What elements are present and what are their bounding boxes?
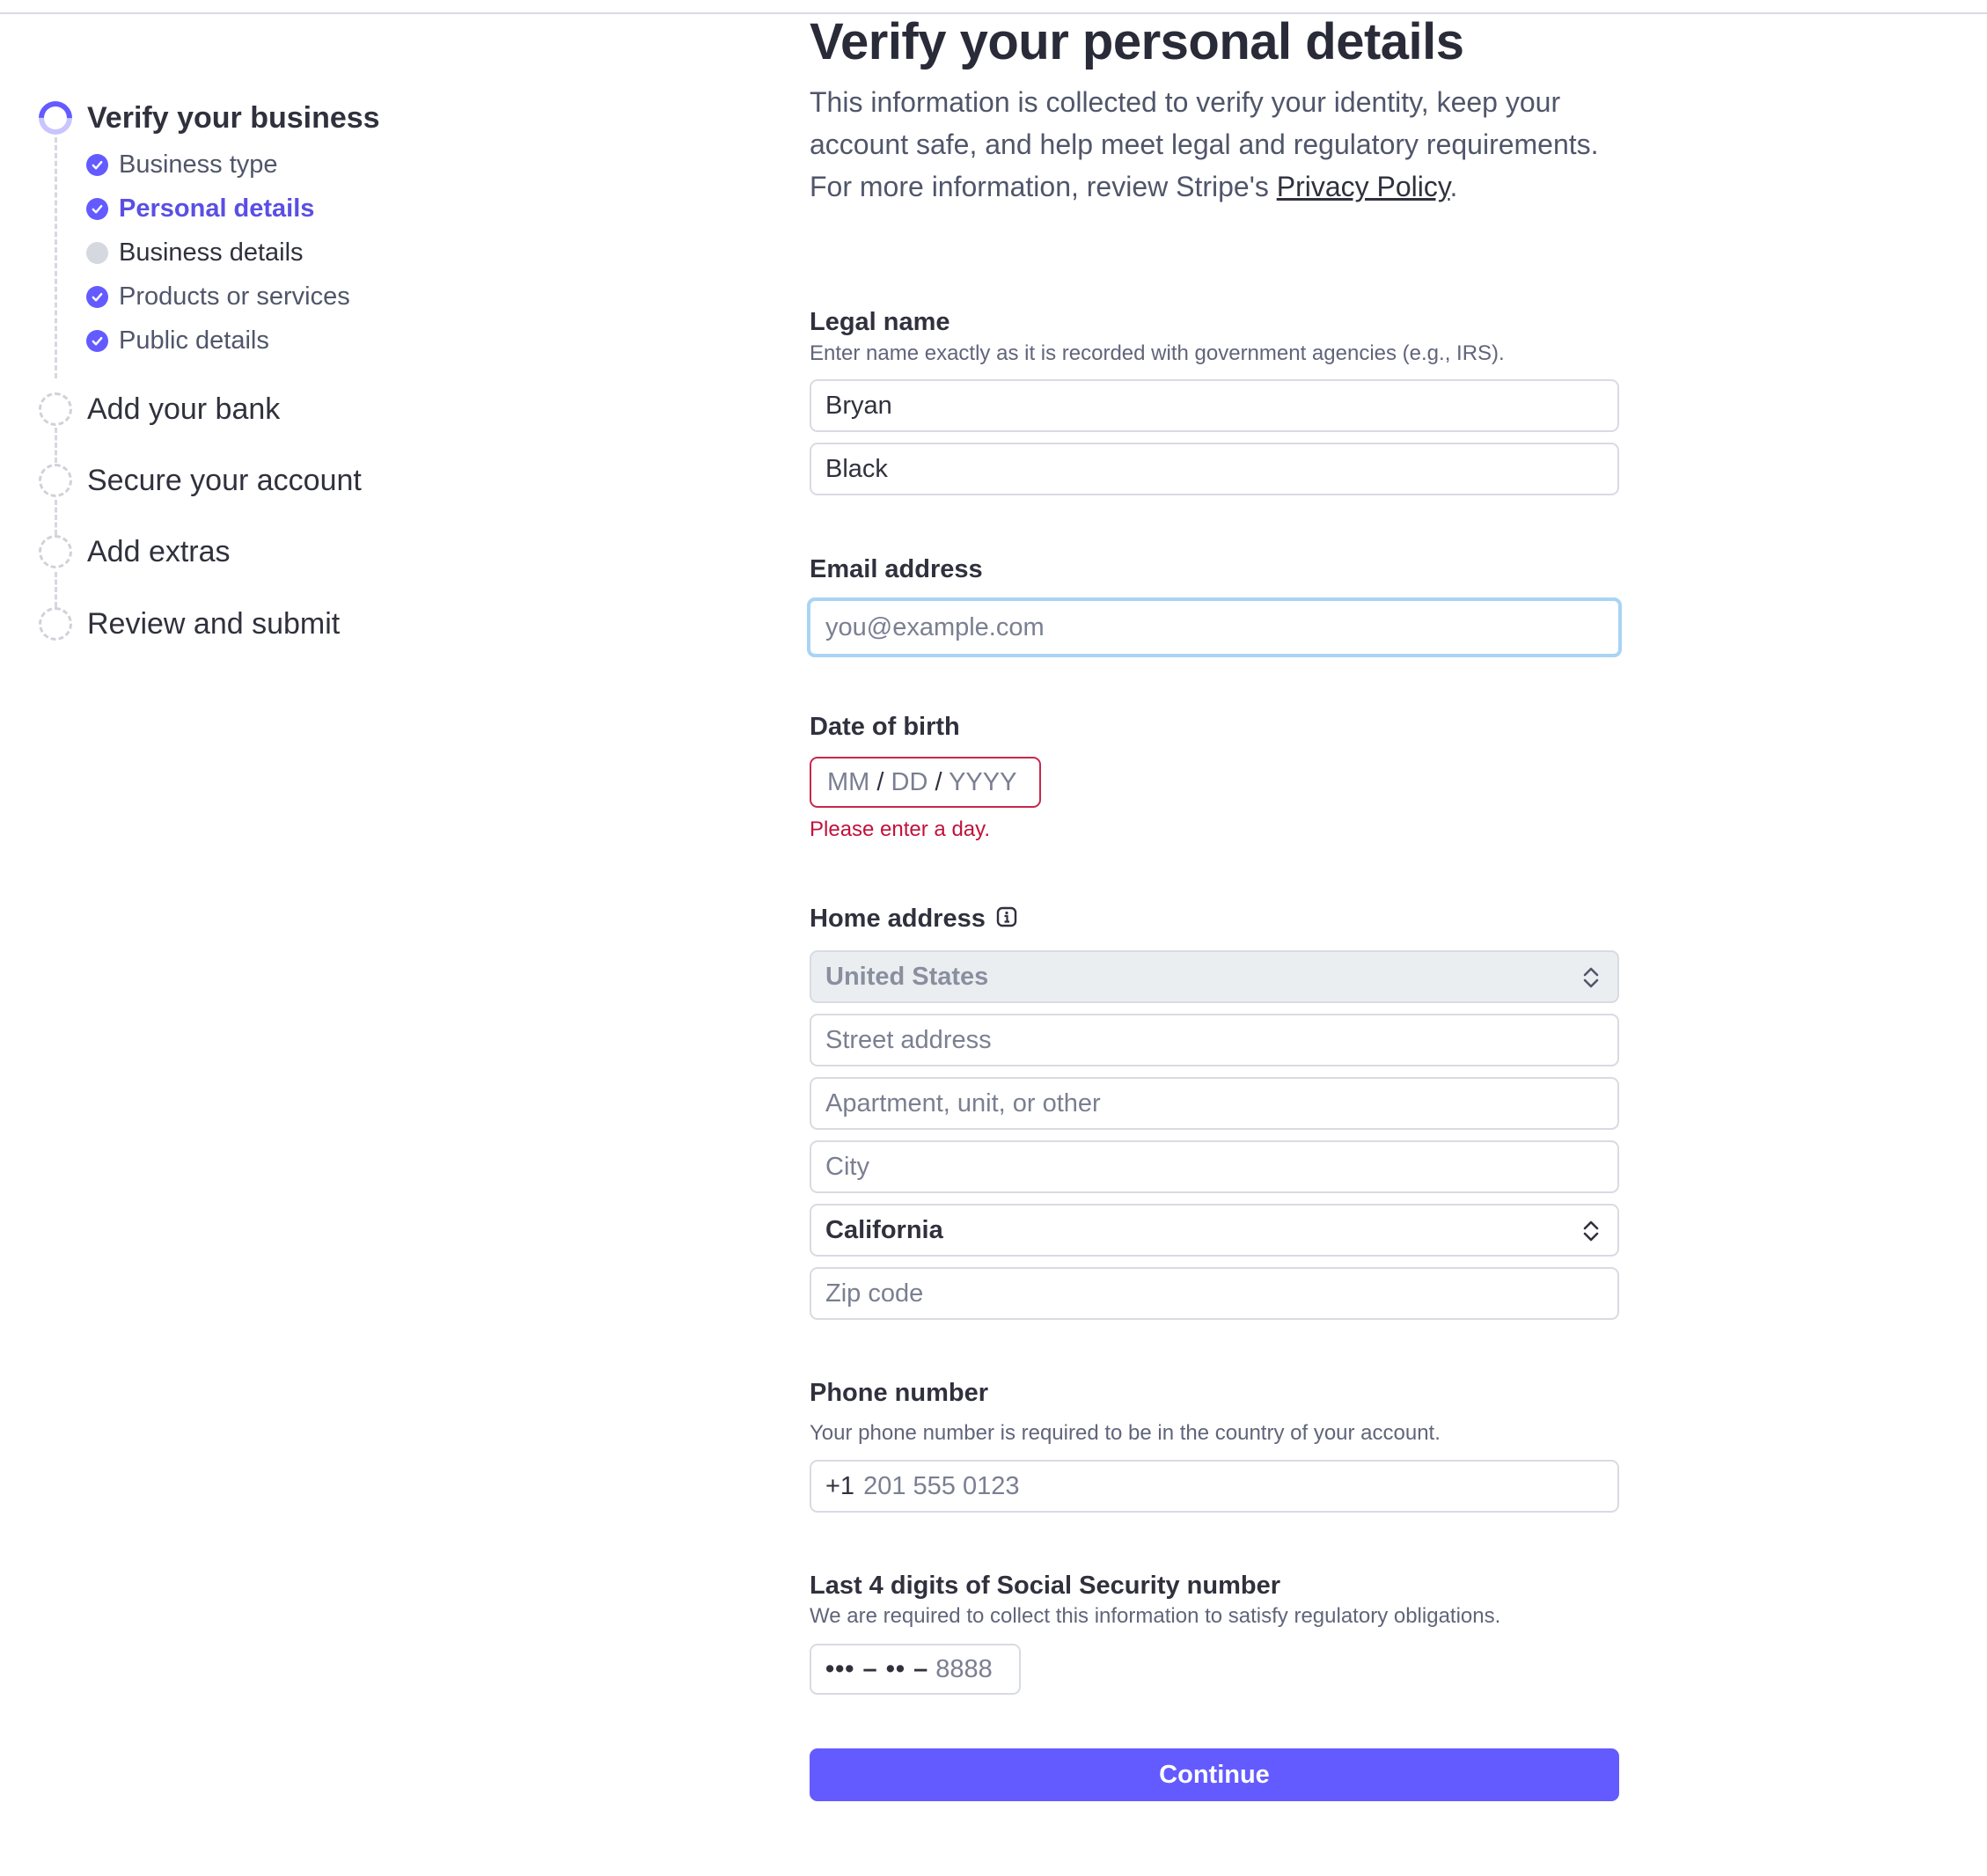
- continue-button[interactable]: Continue: [810, 1748, 1619, 1801]
- dob-separator: /: [876, 768, 884, 796]
- legal-name-help: Enter name exactly as it is recorded wit…: [810, 341, 1505, 365]
- pending-step-icon: [39, 392, 72, 426]
- phone-country-code: +1: [825, 1472, 855, 1500]
- legal-name-label: Legal name: [810, 308, 950, 336]
- substep-public-details[interactable]: Public details: [119, 325, 269, 356]
- substep-business-type[interactable]: Business type: [119, 149, 278, 180]
- phone-label: Phone number: [810, 1379, 989, 1407]
- step-progress-icon: [32, 94, 79, 142]
- state-select[interactable]: California: [810, 1204, 1619, 1257]
- ssn-placeholder: 8888: [935, 1655, 993, 1683]
- step-verify-business[interactable]: Verify your business: [87, 100, 380, 136]
- privacy-policy-link[interactable]: Privacy Policy: [1277, 171, 1450, 202]
- step-secure-account[interactable]: Secure your account: [87, 463, 362, 498]
- street-address-input[interactable]: Street address: [810, 1014, 1619, 1066]
- step-connector: [55, 428, 57, 463]
- email-label: Email address: [810, 555, 983, 583]
- substep-products-services[interactable]: Products or services: [119, 281, 350, 312]
- intro-end: .: [1449, 171, 1458, 202]
- substep-business-details[interactable]: Business details: [119, 237, 304, 268]
- intro-paragraph: This information is collected to verify …: [810, 81, 1619, 208]
- onboarding-steps-sidebar: Verify your business Business type Perso…: [0, 0, 792, 704]
- ssn-help: We are required to collect this informat…: [810, 1604, 1501, 1628]
- ssn-last4-input[interactable]: ••• – •• –8888: [810, 1644, 1021, 1695]
- phone-help: Your phone number is required to be in t…: [810, 1421, 1441, 1445]
- pending-step-icon: [39, 464, 72, 497]
- dob-separator: /: [935, 768, 942, 796]
- ssn-label: Last 4 digits of Social Security number: [810, 1572, 1281, 1600]
- check-circle-icon: [86, 198, 108, 220]
- dob-month[interactable]: MM: [827, 768, 869, 796]
- step-review-submit[interactable]: Review and submit: [87, 606, 340, 641]
- empty-circle-icon: [86, 242, 108, 264]
- country-value: United States: [825, 963, 989, 991]
- pending-step-icon: [39, 535, 72, 568]
- ssn-mask: ••• – •• –: [825, 1655, 929, 1683]
- first-name-input[interactable]: Bryan: [810, 379, 1619, 432]
- substep-personal-details[interactable]: Personal details: [119, 193, 314, 224]
- dob-day[interactable]: DD: [891, 768, 928, 796]
- step-connector: [55, 137, 57, 378]
- chevron-up-down-icon: [1583, 967, 1599, 988]
- email-input[interactable]: you@example.com: [807, 597, 1622, 657]
- step-add-bank[interactable]: Add your bank: [87, 392, 280, 427]
- check-circle-icon: [86, 286, 108, 308]
- intro-text: This information is collected to verify …: [810, 86, 1599, 202]
- page-title: Verify your personal details: [810, 13, 1464, 70]
- last-name-input[interactable]: Black: [810, 443, 1619, 495]
- home-address-label: Home address: [810, 905, 986, 933]
- dob-input[interactable]: MM / DD / YYYY: [810, 757, 1041, 808]
- step-add-extras[interactable]: Add extras: [87, 534, 231, 569]
- zip-code-input[interactable]: Zip code: [810, 1267, 1619, 1320]
- chevron-up-down-icon: [1583, 1220, 1599, 1242]
- apartment-input[interactable]: Apartment, unit, or other: [810, 1077, 1619, 1130]
- step-connector: [55, 572, 57, 607]
- check-circle-icon: [86, 154, 108, 176]
- pending-step-icon: [39, 607, 72, 641]
- dob-error-message: Please enter a day.: [810, 817, 991, 841]
- state-value: California: [825, 1216, 943, 1244]
- dob-year[interactable]: YYYY: [949, 768, 1016, 796]
- step-connector: [55, 500, 57, 535]
- phone-placeholder: 201 555 0123: [863, 1472, 1020, 1500]
- city-input[interactable]: City: [810, 1140, 1619, 1193]
- dob-label: Date of birth: [810, 713, 960, 741]
- check-circle-icon: [86, 330, 108, 352]
- info-icon[interactable]: [996, 906, 1017, 927]
- country-select[interactable]: United States: [810, 950, 1619, 1003]
- phone-input[interactable]: +1 201 555 0123: [810, 1460, 1619, 1513]
